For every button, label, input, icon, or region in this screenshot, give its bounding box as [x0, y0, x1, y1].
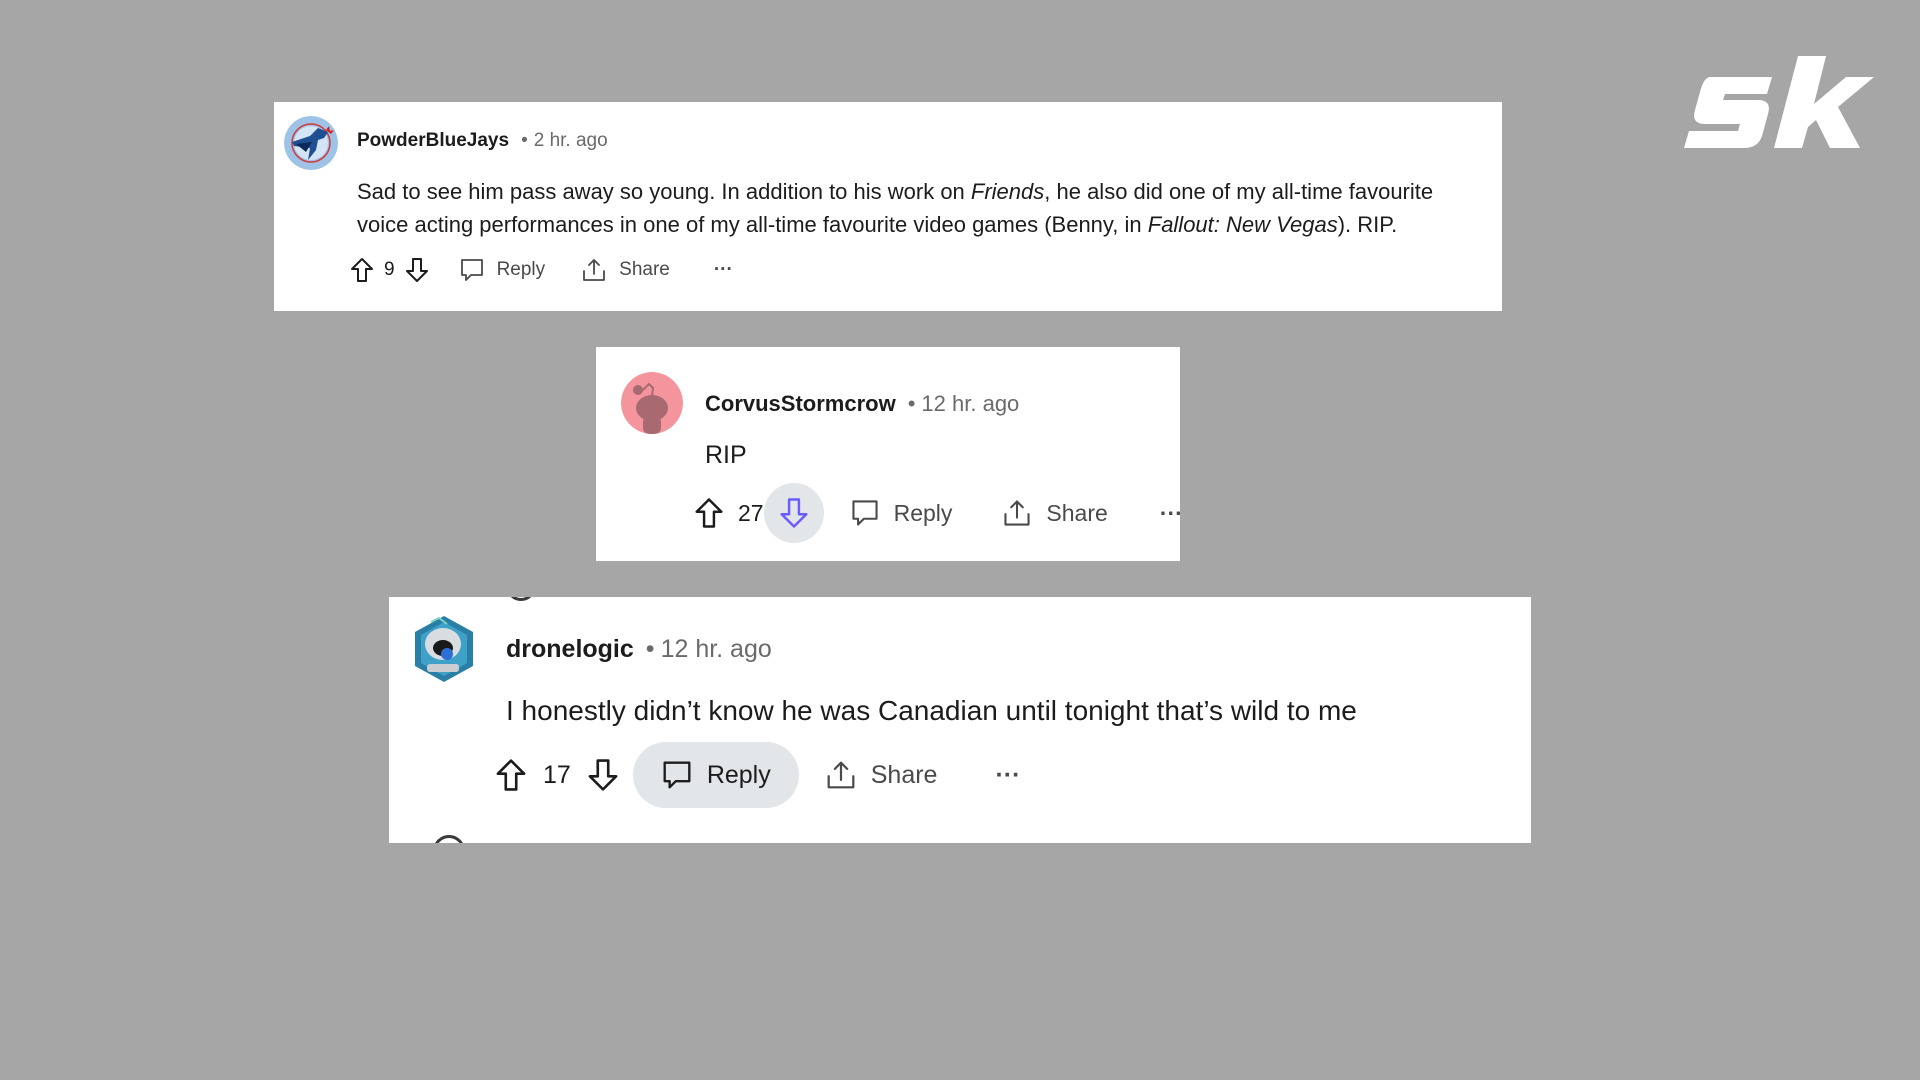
vote-count: 9: [384, 259, 395, 280]
comment-body-line: Sad to see him pass away so young. In ad…: [357, 175, 1433, 208]
body-italic: Friends: [970, 179, 1045, 204]
share-label: Share: [1046, 499, 1108, 526]
more-icon: ···: [995, 760, 1021, 789]
timestamp[interactable]: 12 hr. ago: [661, 635, 772, 664]
share-icon: [1004, 500, 1030, 526]
comment-meta: PowderBlueJays • 2 hr. ago: [357, 130, 608, 152]
upvote-button[interactable]: [495, 758, 527, 792]
share-button[interactable]: Share: [1002, 498, 1108, 528]
reply-label: Reply: [893, 499, 953, 526]
share-button[interactable]: Share: [825, 759, 938, 791]
comment-meta: CorvusStormcrow • 12 hr. ago: [705, 391, 1019, 417]
username[interactable]: dronelogic: [506, 635, 634, 664]
body-text: Sad to see him pass away so young. In ad…: [357, 179, 971, 204]
comment-icon: [460, 259, 483, 281]
downvote-icon: [405, 258, 428, 282]
upvote-icon: [695, 498, 723, 528]
upvote-icon: [496, 759, 526, 791]
comment-body-line: voice acting performances in one of my a…: [357, 208, 1397, 241]
body-italic: Fallout: New Vegas: [1147, 212, 1338, 237]
blue-jays-logo-icon: [284, 116, 338, 170]
comment-card: CorvusStormcrow • 12 hr. ago RIP 27 Repl…: [596, 347, 1180, 561]
downvote-button[interactable]: [763, 483, 824, 543]
comment-actions: 27 Reply Share ···: [694, 482, 1180, 544]
vote-count: 17: [543, 760, 571, 789]
share-button[interactable]: Share: [581, 257, 670, 283]
more-options-button[interactable]: ···: [995, 761, 1020, 790]
sk-logo-icon: [1684, 56, 1874, 148]
comment-actions: 17 Reply Share ···: [495, 742, 1020, 808]
downvote-button[interactable]: [405, 257, 429, 283]
comment-body: RIP: [705, 441, 747, 469]
avatar[interactable]: [284, 116, 338, 170]
more-options-button[interactable]: ···: [1160, 500, 1180, 527]
more-options-button[interactable]: ···: [714, 259, 733, 281]
separator: •: [645, 635, 655, 663]
timestamp[interactable]: 12 hr. ago: [921, 391, 1019, 417]
downvote-icon: [588, 759, 618, 791]
comment-actions: 9 Reply Share ···: [350, 252, 733, 288]
avatar[interactable]: [413, 614, 475, 684]
comment-card: PowderBlueJays • 2 hr. ago Sad to see hi…: [274, 102, 1502, 311]
upvote-button[interactable]: [694, 497, 724, 529]
share-label: Share: [870, 760, 938, 789]
thread-collapse-icon[interactable]: [506, 597, 536, 601]
body-text: , he also did one of my all-time favouri…: [1044, 179, 1434, 204]
sk-logo: [1680, 52, 1874, 152]
username[interactable]: CorvusStormcrow: [705, 391, 896, 417]
downvote-icon: [780, 498, 808, 528]
share-icon: [583, 259, 606, 281]
reply-label: Reply: [496, 259, 546, 280]
username[interactable]: PowderBlueJays: [357, 130, 509, 152]
comment-icon: [852, 500, 878, 526]
downvote-button[interactable]: [587, 758, 619, 792]
vote-count: 27: [738, 499, 764, 526]
comment-meta: dronelogic • 12 hr. ago: [506, 635, 772, 664]
share-icon: [827, 761, 855, 789]
reply-label: Reply: [706, 760, 771, 789]
comment-body: I honestly didn’t know he was Canadian u…: [506, 695, 1357, 726]
reply-button[interactable]: Reply: [850, 498, 953, 528]
comment-card: dronelogic • 12 hr. ago I honestly didn’…: [389, 597, 1531, 843]
timestamp[interactable]: 2 hr. ago: [534, 130, 608, 152]
comment-icon: [663, 761, 691, 789]
separator: •: [521, 130, 528, 151]
body-text: voice acting performances in one of my a…: [357, 212, 1148, 237]
upvote-button[interactable]: [350, 257, 374, 283]
upvote-icon: [351, 258, 373, 282]
more-icon: ···: [713, 259, 733, 280]
reply-button[interactable]: Reply: [632, 742, 799, 808]
body-text: ). RIP.: [1337, 212, 1398, 237]
snoo-avatar-icon: [621, 372, 683, 434]
separator: •: [907, 391, 916, 416]
share-label: Share: [619, 259, 670, 280]
more-icon: ···: [1159, 499, 1180, 526]
reply-button[interactable]: Reply: [459, 257, 546, 283]
thread-collapse-icon[interactable]: [433, 835, 465, 843]
avatar[interactable]: [621, 372, 683, 434]
robot-avatar-icon: [415, 616, 473, 682]
